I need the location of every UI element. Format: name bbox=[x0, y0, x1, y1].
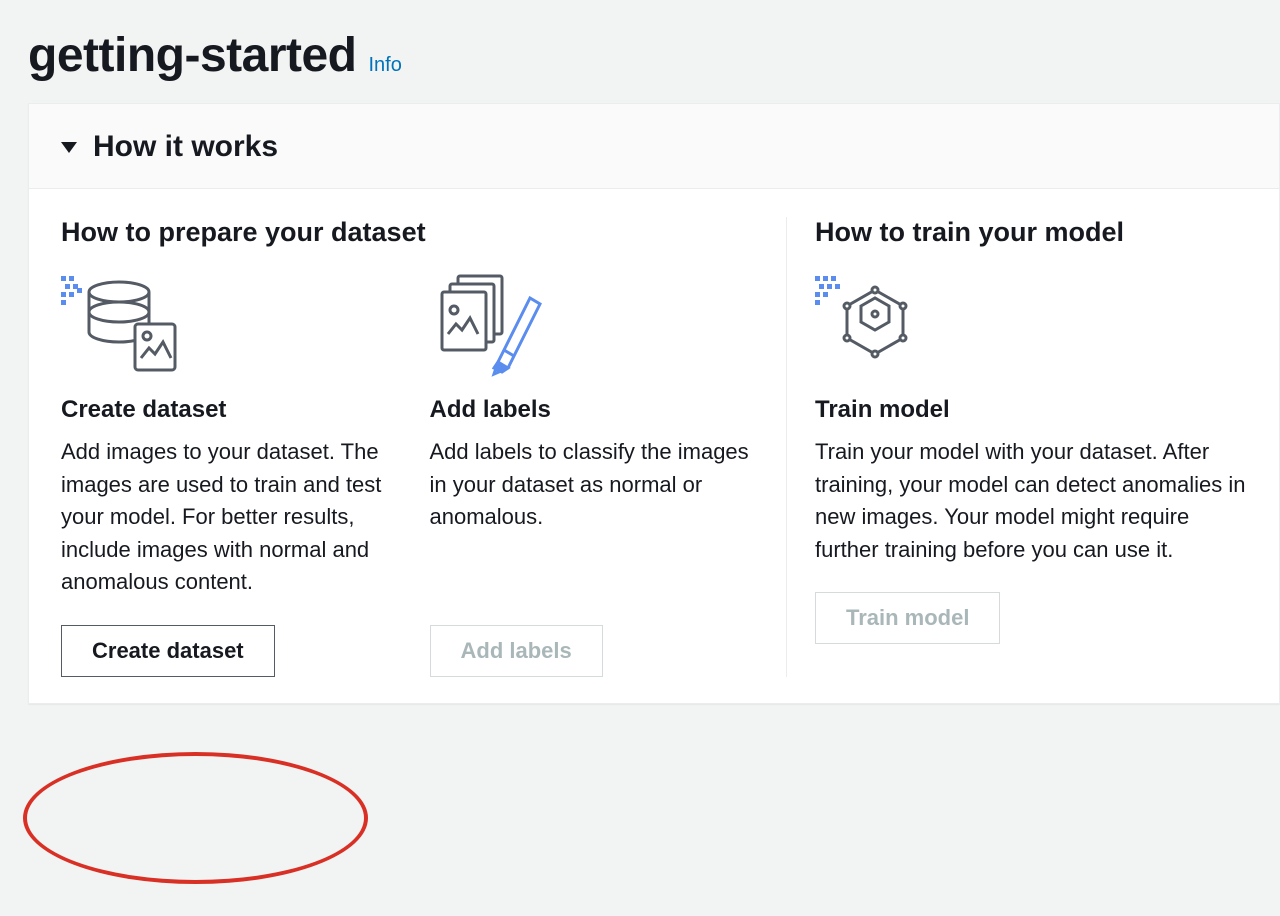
panel-title: How it works bbox=[93, 130, 278, 164]
step-desc: Add labels to classify the images in you… bbox=[430, 436, 759, 534]
section-title-train: How to train your model bbox=[815, 217, 1247, 248]
step-title: Train model bbox=[815, 396, 1247, 424]
step-add-labels: Add labels Add labels to classify the im… bbox=[430, 272, 759, 677]
page-header: getting-started Info bbox=[0, 0, 1280, 103]
annotation-highlight bbox=[23, 752, 368, 884]
caret-down-icon bbox=[61, 142, 77, 153]
dataset-icon bbox=[61, 272, 390, 382]
panel-header[interactable]: How it works bbox=[29, 104, 1279, 189]
train-model-button[interactable]: Train model bbox=[815, 592, 1000, 644]
panel-body: How to prepare your dataset bbox=[29, 189, 1279, 703]
labels-icon bbox=[430, 272, 759, 382]
train-model-section: How to train your model bbox=[787, 217, 1247, 677]
train-icon bbox=[815, 272, 1247, 382]
step-title: Add labels bbox=[430, 396, 759, 424]
step-train-model: Train model Train your model with your d… bbox=[815, 272, 1247, 644]
step-create-dataset: Create dataset Add images to your datase… bbox=[61, 272, 390, 677]
page-title: getting-started bbox=[28, 28, 357, 83]
train-steps: Train model Train your model with your d… bbox=[815, 272, 1247, 644]
prepare-dataset-section: How to prepare your dataset bbox=[61, 217, 787, 677]
info-link[interactable]: Info bbox=[369, 54, 402, 77]
step-desc: Train your model with your dataset. Afte… bbox=[815, 436, 1247, 566]
create-dataset-button[interactable]: Create dataset bbox=[61, 625, 275, 677]
step-desc: Add images to your dataset. The images a… bbox=[61, 436, 390, 599]
how-it-works-panel: How it works How to prepare your dataset bbox=[28, 103, 1280, 704]
add-labels-button[interactable]: Add labels bbox=[430, 625, 603, 677]
step-title: Create dataset bbox=[61, 396, 390, 424]
prepare-steps: Create dataset Add images to your datase… bbox=[61, 272, 758, 677]
section-title-prepare: How to prepare your dataset bbox=[61, 217, 758, 248]
